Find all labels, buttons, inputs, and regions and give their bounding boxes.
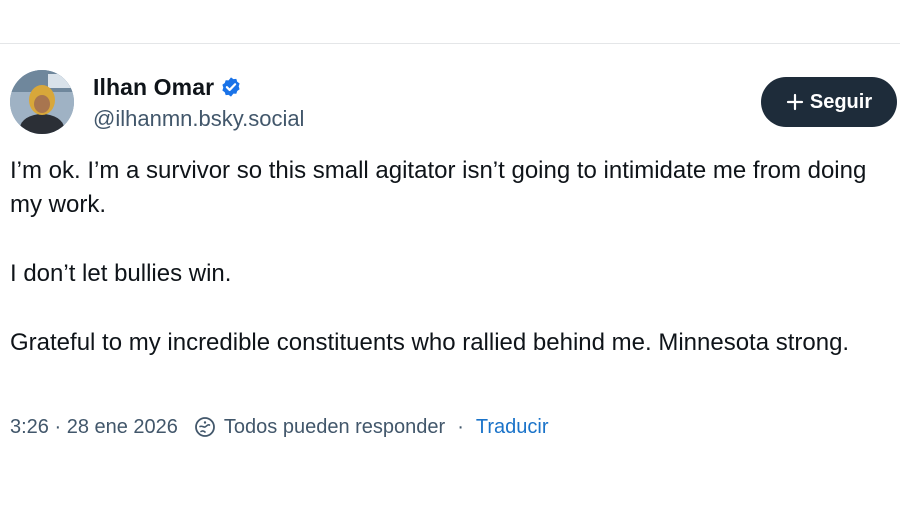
translate-link[interactable]: Traducir — [476, 416, 549, 439]
plus-icon — [786, 93, 804, 111]
avatar-photo — [10, 70, 74, 134]
follow-button[interactable]: Seguir — [761, 77, 897, 127]
top-divider — [0, 43, 900, 44]
separator-dot: · — [457, 415, 464, 438]
post-timestamp[interactable]: 3:26 · 28 ene 2026 — [10, 416, 178, 439]
author-handle[interactable]: @ilhanmn.bsky.social — [93, 106, 304, 132]
post-paragraph: I’m ok. I’m a survivor so this small agi… — [10, 157, 867, 218]
reply-permission-icon — [194, 416, 216, 438]
avatar[interactable] — [10, 70, 74, 134]
author-name-row: Ilhan Omar — [93, 72, 242, 102]
author-display-name[interactable]: Ilhan Omar — [93, 74, 214, 101]
follow-button-label: Seguir — [809, 90, 873, 113]
reply-setting[interactable]: Todos pueden responder — [224, 416, 445, 439]
verified-check-icon — [220, 76, 242, 98]
post-paragraph: Grateful to my incredible constituents w… — [10, 329, 850, 356]
post-paragraph: I don’t let bullies win. — [10, 260, 232, 287]
post-meta: 3:26 · 28 ene 2026 Todos pueden responde… — [10, 412, 548, 442]
